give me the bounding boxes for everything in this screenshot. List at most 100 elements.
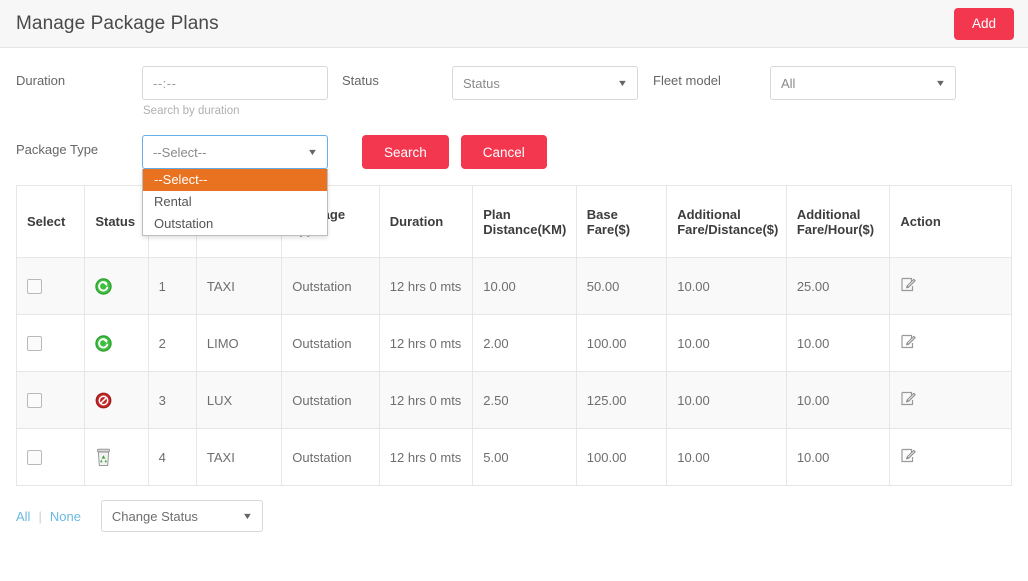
row-sno: 2 [147, 314, 197, 372]
table-footer: All | None Change Status ▼ [0, 486, 1028, 532]
duration-field-wrap: --:-- Search by duration [142, 66, 328, 117]
row-additional-fare-distance: 10.00 [666, 371, 787, 429]
row-checkbox[interactable] [27, 393, 42, 409]
row-duration: 12 hrs 0 mts [378, 314, 474, 372]
row-action-cell [889, 257, 1012, 315]
page-title: Manage Package Plans [16, 12, 219, 34]
duration-help-text: Search by duration [143, 105, 240, 117]
chevron-down-icon: ▼ [616, 77, 629, 88]
table-row: 2 LIMO Outstation 12 hrs 0 mts 2.00 100.… [15, 314, 1012, 372]
cancel-button[interactable]: Cancel [460, 135, 547, 169]
row-plan-distance: 5.00 [472, 428, 577, 486]
row-duration: 12 hrs 0 mts [378, 257, 474, 315]
edit-icon[interactable] [900, 390, 917, 407]
change-status-select[interactable]: Change Status ▼ [100, 500, 263, 532]
row-base-fare: 100.00 [575, 428, 668, 486]
row-sno: 4 [147, 428, 197, 486]
row-package-type: Outstation [281, 371, 380, 429]
row-checkbox[interactable] [27, 450, 42, 466]
row-fleet-model: TAXI [195, 257, 283, 315]
duration-input[interactable]: --:-- [142, 66, 328, 100]
row-additional-fare-hour: 25.00 [785, 257, 891, 315]
row-base-fare: 100.00 [575, 314, 668, 372]
column-header-plan-distance: Plan Distance(KM) [472, 185, 577, 258]
row-select-cell [15, 257, 86, 315]
row-fleet-model: LIMO [195, 314, 283, 372]
active-green-icon[interactable] [95, 334, 113, 352]
recycle-bin-icon[interactable] [95, 448, 112, 467]
row-status-cell [84, 314, 149, 372]
status-field-wrap: Status ▼ [452, 66, 638, 100]
status-select[interactable]: Status ▼ [452, 66, 638, 100]
row-sno: 1 [147, 257, 197, 315]
package-type-label: Package Type [16, 142, 99, 157]
row-action-cell [889, 314, 1012, 372]
row-status-cell [84, 428, 149, 486]
edit-icon[interactable] [900, 333, 917, 350]
row-status-cell [84, 371, 149, 429]
row-additional-fare-distance: 10.00 [666, 314, 787, 372]
row-base-fare: 50.00 [575, 257, 668, 315]
add-button[interactable]: Add [953, 7, 1014, 40]
table-body: 1 TAXI Outstation 12 hrs 0 mts 10.00 50.… [15, 257, 1012, 486]
table-row: 1 TAXI Outstation 12 hrs 0 mts 10.00 50.… [15, 257, 1012, 315]
chevron-down-icon: ▼ [306, 146, 319, 157]
row-action-cell [889, 371, 1012, 429]
package-type-dropdown-list[interactable]: --Select-- Rental Outstation [142, 169, 328, 236]
row-additional-fare-hour: 10.00 [785, 314, 891, 372]
row-duration: 12 hrs 0 mts [378, 428, 474, 486]
footer-separator: | [38, 508, 42, 524]
column-header-status: Status [84, 185, 149, 258]
package-type-select-value: --Select-- [153, 144, 207, 160]
column-header-additional-fare-distance: Additional Fare/Distance($) [666, 185, 787, 258]
row-sno: 3 [147, 371, 197, 429]
row-plan-distance: 2.00 [472, 314, 577, 372]
select-none-link[interactable]: None [50, 509, 81, 524]
select-all-link[interactable]: All [16, 509, 30, 524]
fleet-model-select[interactable]: All ▼ [770, 66, 956, 100]
change-status-value: Change Status [111, 508, 198, 524]
row-package-type: Outstation [281, 428, 380, 486]
status-select-value: Status [463, 75, 500, 91]
row-select-cell [15, 371, 86, 429]
fleet-model-label: Fleet model [653, 73, 721, 88]
active-green-icon[interactable] [95, 277, 113, 295]
row-plan-distance: 10.00 [472, 257, 577, 315]
column-header-action: Action [889, 185, 1012, 258]
row-select-cell [15, 428, 86, 486]
page-header: Manage Package Plans Add [0, 0, 1028, 48]
status-label: Status [342, 73, 379, 88]
package-type-select[interactable]: --Select-- ▼ [142, 135, 328, 169]
row-additional-fare-distance: 10.00 [666, 257, 787, 315]
row-additional-fare-hour: 10.00 [785, 371, 891, 429]
search-button[interactable]: Search [362, 135, 449, 169]
edit-icon[interactable] [900, 447, 917, 464]
edit-icon[interactable] [900, 276, 917, 293]
row-package-type: Outstation [281, 314, 380, 372]
fleet-model-select-value: All [781, 75, 796, 91]
blocked-red-icon[interactable] [95, 392, 112, 409]
row-checkbox[interactable] [27, 279, 42, 295]
duration-label: Duration [16, 73, 66, 88]
filter-row-2: Package Type --Select-- ▼ --Select-- Ren… [16, 135, 1012, 236]
row-duration: 12 hrs 0 mts [378, 371, 474, 429]
filter-row-1: Duration --:-- Search by duration Status… [16, 66, 1012, 117]
package-type-option-outstation[interactable]: Outstation [143, 213, 327, 235]
package-type-option-select[interactable]: --Select-- [143, 169, 327, 191]
row-select-cell [15, 314, 86, 372]
row-package-type: Outstation [281, 257, 380, 315]
row-fleet-model: LUX [195, 371, 283, 429]
chevron-down-icon: ▼ [241, 510, 254, 521]
filter-buttons: Search Cancel [328, 135, 547, 169]
chevron-down-icon: ▼ [934, 77, 947, 88]
row-plan-distance: 2.50 [472, 371, 577, 429]
row-fleet-model: TAXI [195, 428, 283, 486]
row-action-cell [889, 428, 1012, 486]
column-header-select: Select [15, 185, 86, 258]
row-base-fare: 125.00 [575, 371, 668, 429]
package-type-option-rental[interactable]: Rental [143, 191, 327, 213]
row-checkbox[interactable] [27, 336, 42, 352]
column-header-duration: Duration [378, 185, 474, 258]
package-type-field-wrap: --Select-- ▼ --Select-- Rental Outstatio… [142, 135, 328, 236]
column-header-base-fare: Base Fare($) [575, 185, 668, 258]
